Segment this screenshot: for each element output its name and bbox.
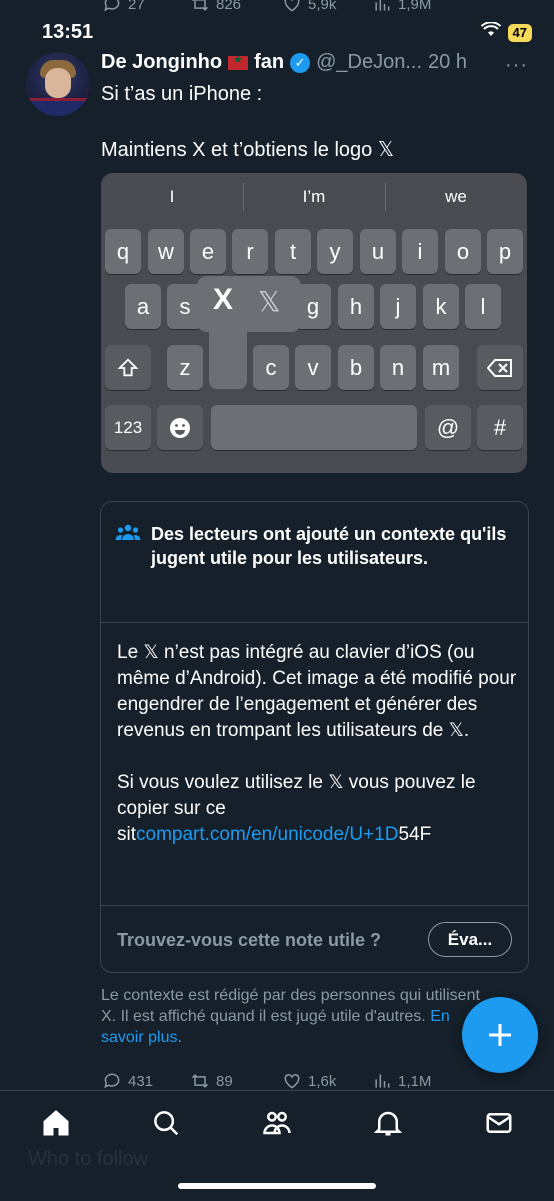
like-stat-top[interactable]: 5,9k [282, 0, 336, 14]
community-note-title: Des lecteurs ont ajouté un contexte qu'i… [151, 524, 507, 568]
suggestion-2: I’m [302, 187, 326, 206]
tab-messages[interactable] [483, 1107, 515, 1139]
home-icon [43, 1110, 69, 1136]
who-to-follow-faded: Who to follow [28, 1148, 149, 1170]
divider [101, 622, 528, 623]
key-t: t [275, 229, 311, 274]
backspace-key-icon [477, 345, 523, 390]
author-handle[interactable]: @_DeJon... [316, 51, 422, 74]
retweet-stat-top[interactable]: 826 [190, 0, 241, 14]
community-note-body: Le 𝕏 n’est pas intégré au clavier d’iOS … [117, 640, 517, 848]
views-icon [375, 1074, 390, 1088]
key-r: r [232, 229, 268, 274]
key-i: i [402, 229, 438, 274]
at-key: @ [425, 405, 471, 450]
tab-search[interactable] [150, 1107, 182, 1139]
tweet-header: De Jonginho fan ✓ @_DeJon... 20 h [101, 51, 467, 74]
shift-key-icon [105, 345, 151, 390]
key-y: y [317, 229, 353, 274]
key-c: c [253, 345, 289, 390]
avatar[interactable] [26, 52, 90, 116]
key-h: h [338, 284, 374, 329]
author-suffix[interactable]: fan [254, 51, 284, 74]
community-note: Des lecteurs ont ajouté un contexte qu'i… [100, 501, 529, 973]
heart-icon [284, 1073, 300, 1089]
plus-icon [489, 1024, 511, 1046]
reply-icon [104, 1073, 120, 1089]
note-paragraph-1: Le 𝕏 n’est pas intégré au clavier d’iOS … [117, 642, 517, 741]
key-m: m [423, 345, 459, 390]
mail-icon [486, 1113, 512, 1133]
key-j: j [380, 284, 416, 329]
emoji-key-icon [157, 405, 203, 450]
clock: 13:51 [42, 21, 94, 43]
compose-button[interactable] [462, 997, 538, 1073]
tweet-line-1: Si t’as un iPhone : [101, 83, 263, 105]
suggestion-3: we [445, 187, 467, 206]
key-k: k [423, 284, 459, 329]
rate-note-button[interactable]: Éva... [428, 922, 512, 957]
key-l: l [465, 284, 501, 329]
keyboard-image[interactable]: I I’m we q w e r t y u i o p a s g h j k… [101, 173, 527, 473]
tab-communities[interactable] [261, 1107, 293, 1139]
home-indicator [178, 1183, 376, 1189]
popup-x-logo: 𝕏 [258, 286, 281, 317]
tweet-line-2: Maintiens X et t’obtiens le logo 𝕏 [101, 139, 394, 161]
key-u: u [360, 229, 396, 274]
more-options-icon[interactable]: ··· [505, 54, 528, 77]
bell-icon [373, 1111, 403, 1136]
key-z: z [167, 345, 203, 390]
numbers-key: 123 [105, 405, 151, 450]
retweet-stat[interactable]: 89 [190, 1071, 233, 1091]
key-n: n [380, 345, 416, 390]
tweet-time: 20 h [428, 51, 467, 73]
key-p: p [487, 229, 523, 274]
key-v: v [295, 345, 331, 390]
hash-key: # [477, 405, 523, 450]
views-stat-top[interactable]: 1,9M [372, 0, 431, 14]
suggestion-1: I [169, 187, 175, 206]
battery-icon: 47 [507, 23, 532, 42]
key-o: o [445, 229, 481, 274]
rate-note-question: Trouvez-vous cette note utile ? [117, 930, 382, 950]
search-icon [154, 1111, 179, 1136]
communities-icon [263, 1111, 291, 1135]
note-paragraph-2: Si vous voulez utilisez le 𝕏 vous pouvez… [117, 772, 476, 845]
reply-stat[interactable]: 431 [102, 1071, 153, 1091]
like-stat[interactable]: 1,6k [282, 1071, 336, 1091]
space-key [211, 405, 417, 450]
reply-icon [104, 0, 120, 12]
retweet-icon [191, 0, 209, 11]
people-icon [115, 522, 141, 570]
author-name[interactable]: De Jonginho [101, 51, 222, 74]
reply-stat-top[interactable]: 27 [102, 0, 145, 14]
verified-badge-icon: ✓ [290, 52, 311, 73]
tab-notifications[interactable] [372, 1107, 404, 1139]
views-stat[interactable]: 1,1M [372, 1071, 431, 1091]
key-b: b [338, 345, 374, 390]
key-w: w [148, 229, 184, 274]
status-icons: 47 [480, 21, 532, 43]
flag-icon [228, 53, 249, 70]
status-bar: 13:51 47 [0, 0, 554, 44]
tab-home[interactable] [40, 1107, 72, 1139]
key-e: e [190, 229, 226, 274]
note-source-link[interactable]: compart.com/en/unicode/U+1D [136, 824, 398, 845]
context-footer: Le contexte est rédigé par des personnes… [101, 987, 480, 1046]
community-note-header: Des lecteurs ont ajouté un contexte qu'i… [115, 522, 521, 570]
wifi-icon [480, 21, 501, 43]
key-a: a [125, 284, 161, 329]
heart-icon [284, 0, 300, 12]
divider [101, 905, 528, 906]
retweet-icon [191, 1074, 209, 1088]
popup-x-letter: X [213, 283, 234, 316]
key-q: q [105, 229, 141, 274]
views-icon [375, 0, 390, 11]
